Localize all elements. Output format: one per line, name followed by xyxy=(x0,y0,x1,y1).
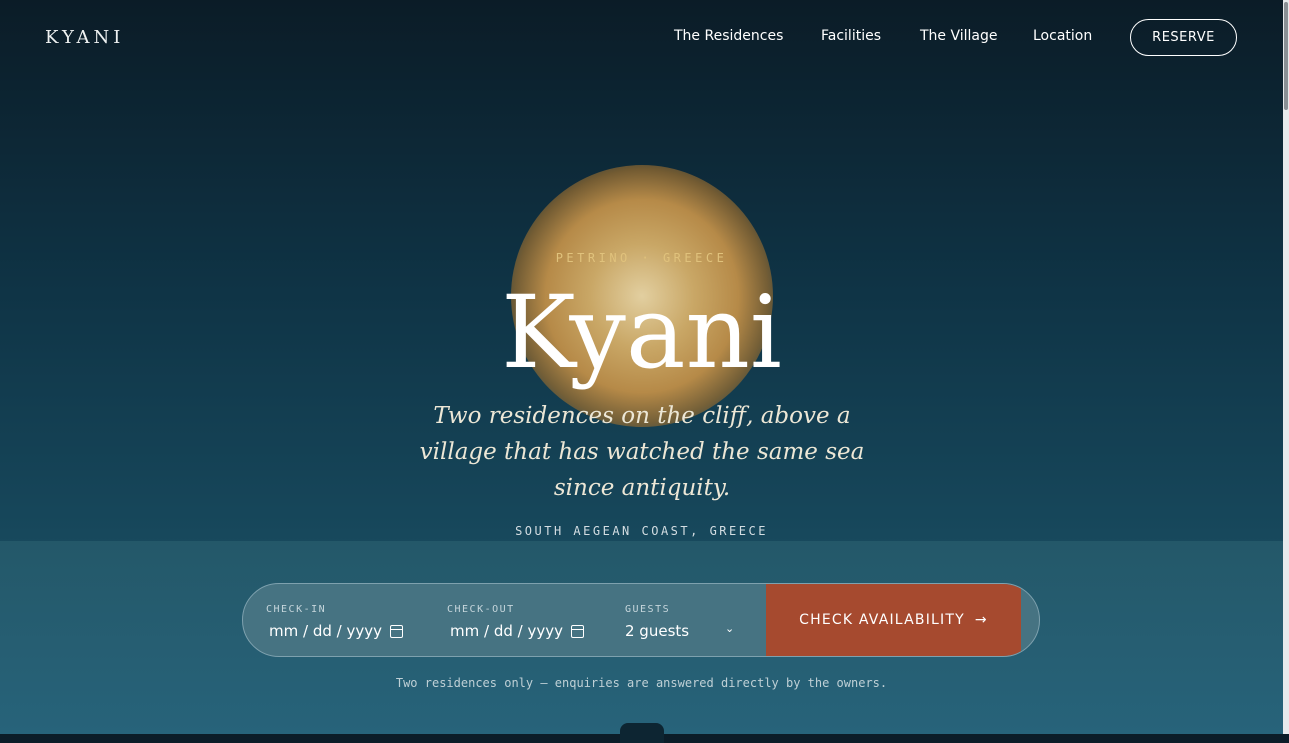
reserve-button[interactable]: RESERVE xyxy=(1130,19,1237,56)
chevron-down-icon[interactable]: ⌄ xyxy=(725,622,734,635)
nav-link-village[interactable]: The Village xyxy=(920,28,998,44)
hero-region: SOUTH AEGEAN COAST, GREECE xyxy=(515,524,768,538)
guests-label: GUESTS xyxy=(625,604,671,615)
calendar-icon[interactable] xyxy=(570,624,584,638)
scroll-indicator[interactable] xyxy=(620,723,664,743)
checkin-label: CHECK-IN xyxy=(266,604,327,615)
nav-link-residences[interactable]: The Residences xyxy=(674,28,783,44)
checkout-input[interactable]: mm / dd / yyyy xyxy=(450,622,584,640)
scrollbar-thumb[interactable] xyxy=(1284,2,1288,110)
checkout-label: CHECK-OUT xyxy=(447,604,515,615)
page-scrollbar[interactable] xyxy=(1283,0,1289,734)
booking-form: CHECK-IN mm / dd / yyyy CHECK-OUT mm / d… xyxy=(242,583,1040,657)
hero-eyebrow: PETRINO · GREECE xyxy=(555,251,728,265)
guests-select[interactable]: 2 guests xyxy=(625,622,689,640)
checkout-field[interactable]: CHECK-OUT mm / dd / yyyy xyxy=(424,584,605,656)
brand-logo[interactable]: KYANI xyxy=(45,27,124,48)
check-availability-label: CHECK AVAILABILITY xyxy=(799,612,965,628)
booking-note: Two residences only — enquiries are answ… xyxy=(395,676,888,690)
hero-title: Kyani xyxy=(501,274,782,391)
top-navigation: KYANI The Residences Facilities The Vill… xyxy=(0,0,1280,80)
arrow-right-icon: → xyxy=(974,612,988,628)
nav-link-location[interactable]: Location xyxy=(1033,28,1092,44)
checkin-input[interactable]: mm / dd / yyyy xyxy=(269,622,403,640)
hero-subtitle: Two residences on the cliff, above a vil… xyxy=(419,403,865,501)
nav-link-facilities[interactable]: Facilities xyxy=(821,28,881,44)
checkout-placeholder: mm / dd / yyyy xyxy=(450,622,563,640)
checkin-field[interactable]: CHECK-IN mm / dd / yyyy xyxy=(243,584,424,656)
check-availability-button[interactable]: CHECK AVAILABILITY → xyxy=(766,584,1021,656)
checkin-placeholder: mm / dd / yyyy xyxy=(269,622,382,640)
guests-field[interactable]: GUESTS 2 guests ⌄ xyxy=(605,584,766,656)
calendar-icon[interactable] xyxy=(389,624,403,638)
